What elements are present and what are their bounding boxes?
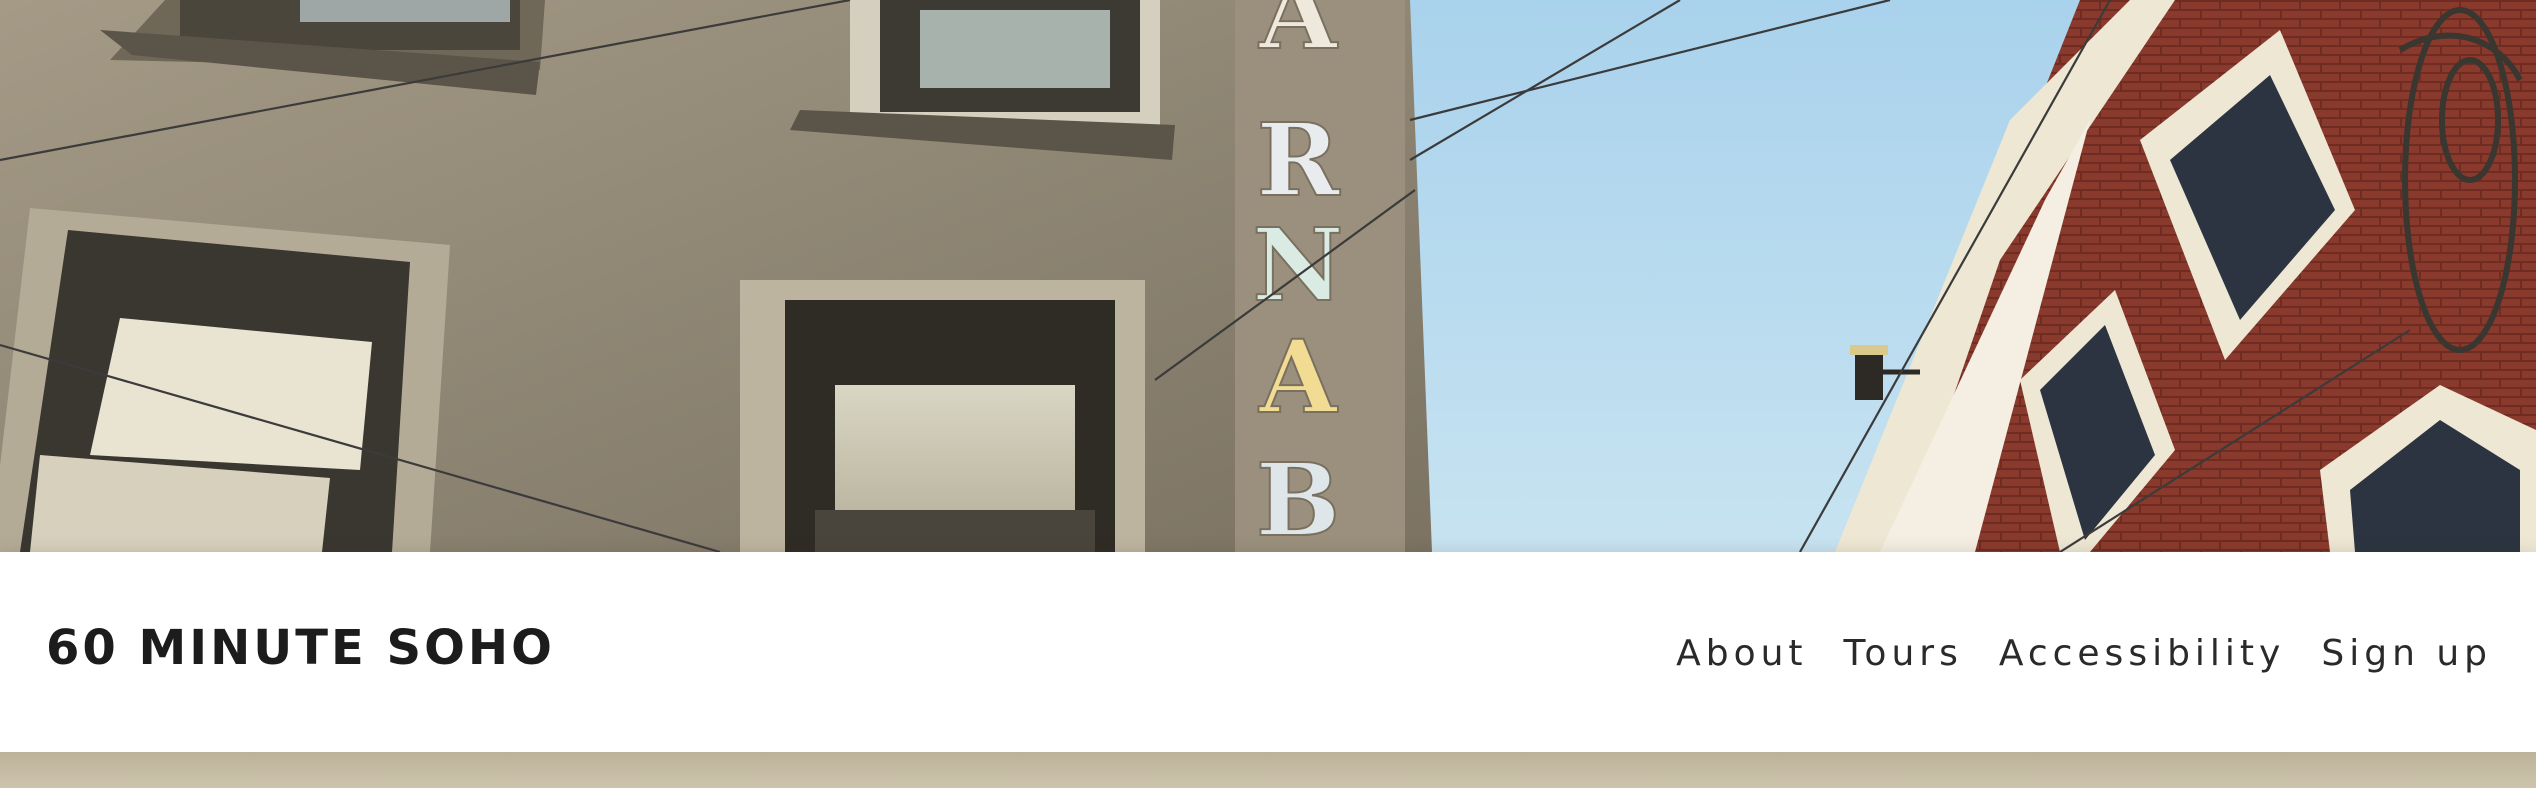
svg-text:R: R: [1256, 101, 1340, 219]
nav-link-about[interactable]: About: [1676, 636, 1807, 672]
nav-link-tours[interactable]: Tours: [1844, 636, 1963, 672]
svg-text:A: A: [1258, 318, 1338, 436]
site-logo[interactable]: 60 MINUTE SOHO: [46, 624, 555, 672]
top-navbar: 60 MINUTE SOHO About Tours Accessibility…: [0, 552, 2536, 752]
content-strip: [0, 752, 2536, 788]
svg-text:B: B: [1256, 441, 1341, 552]
nav-link-sign-up[interactable]: Sign up: [2321, 636, 2492, 672]
nav-links: About Tours Accessibility Sign up: [1676, 636, 2492, 672]
nav-link-accessibility[interactable]: Accessibility: [1999, 636, 2286, 672]
svg-text:A: A: [1258, 0, 1338, 72]
svg-text:N: N: [1252, 206, 1343, 324]
hero-image: A R N A B: [0, 0, 2536, 552]
